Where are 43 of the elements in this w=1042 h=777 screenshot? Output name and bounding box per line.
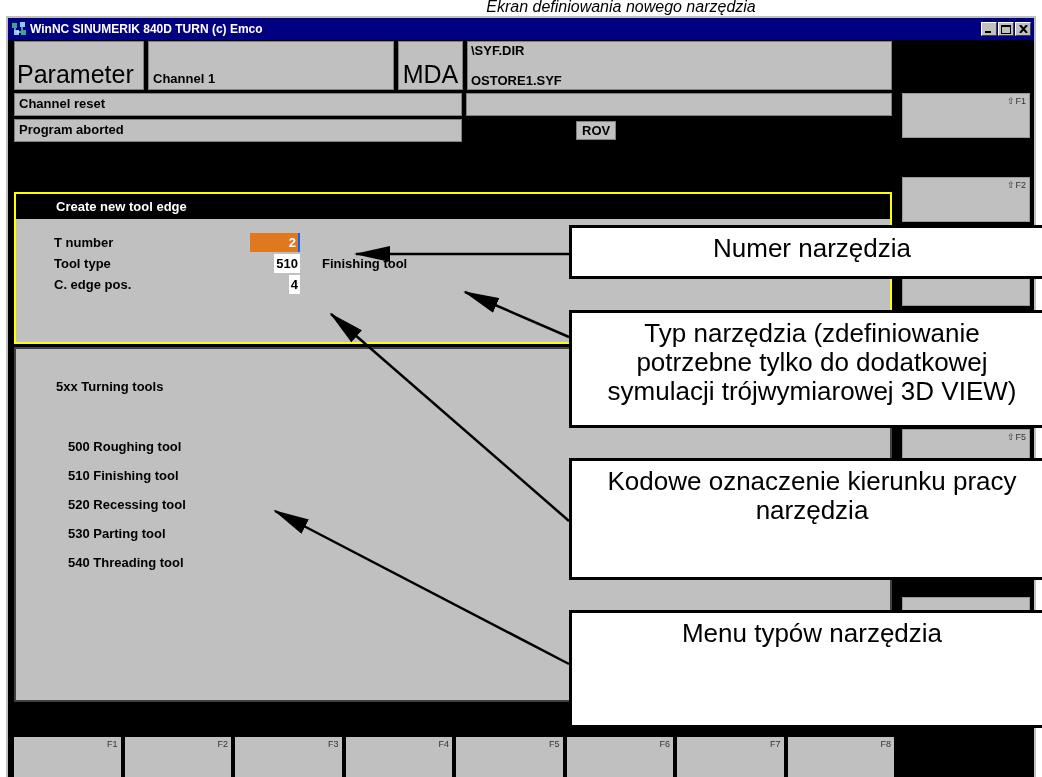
menu-item[interactable]: 530 Parting tool (68, 526, 166, 541)
maximize-icon (1001, 24, 1011, 34)
softkey[interactable]: F4 (345, 737, 452, 777)
rov-indicator: ROV (576, 121, 617, 140)
menu-heading: 5xx Turning tools (56, 379, 164, 394)
callout-tooltip: Kodowe oznaczenie kierunku pracy narzędzia (569, 458, 1042, 580)
callout-tooltip: Numer narzędzia (569, 225, 1042, 279)
tool-type-name: Finishing tool (321, 256, 409, 271)
caption: Ekran definiowania nowego narzędzia (486, 0, 756, 15)
softkey[interactable]: ⇧F1 (902, 93, 1030, 138)
field-label: Tool type (54, 256, 112, 271)
menu-item[interactable]: 520 Recessing tool (68, 497, 186, 512)
softkey[interactable]: F5 (456, 737, 563, 777)
callout-tooltip: Menu typów narzędzia (569, 610, 1042, 728)
menu-item[interactable]: 540 Threading tool (68, 555, 184, 570)
softkey[interactable]: ⇧F2 (902, 177, 1030, 222)
softkey[interactable]: F8 (787, 737, 894, 777)
input-field[interactable]: 4 (288, 275, 300, 294)
field-label: C. edge pos. (54, 277, 133, 292)
minimize-button[interactable] (981, 22, 997, 36)
area-label: Parameter (14, 41, 144, 90)
window-title: WinNC SINUMERIK 840D TURN (c) Emco (30, 22, 264, 36)
softkey[interactable]: F3 (235, 737, 342, 777)
input-field[interactable]: 510 (274, 254, 300, 273)
menu-item[interactable]: 500 Roughing tool (68, 439, 182, 454)
softkey[interactable]: F7 (677, 737, 784, 777)
close-button[interactable] (1015, 22, 1031, 36)
channel-label: Channel 1 (148, 41, 394, 90)
softkey[interactable]: F6 (566, 737, 673, 777)
callout-tooltip: Typ narzędzia (zdefiniowanie potrzebne tylko do dodatkowej symulacji trójwymiarowej 3D VIEW) (569, 310, 1042, 428)
field-label: T number (54, 235, 115, 250)
app-icon (11, 21, 27, 37)
maximize-button[interactable] (998, 22, 1014, 36)
dialog-title: Create new tool edge (16, 194, 890, 219)
menu-item[interactable]: 510 Finishing tool (68, 468, 179, 483)
program-status: Program aborted (14, 119, 462, 142)
softkey[interactable]: F2 (124, 737, 231, 777)
channel-status: Channel reset (14, 93, 462, 116)
path-text: OSTORE1.SYF (471, 73, 563, 88)
mode-label: MDA (398, 41, 463, 90)
softkey[interactable]: F1 (14, 737, 121, 777)
path-text: \SYF.DIR (471, 43, 526, 58)
close-icon (1018, 25, 1028, 33)
